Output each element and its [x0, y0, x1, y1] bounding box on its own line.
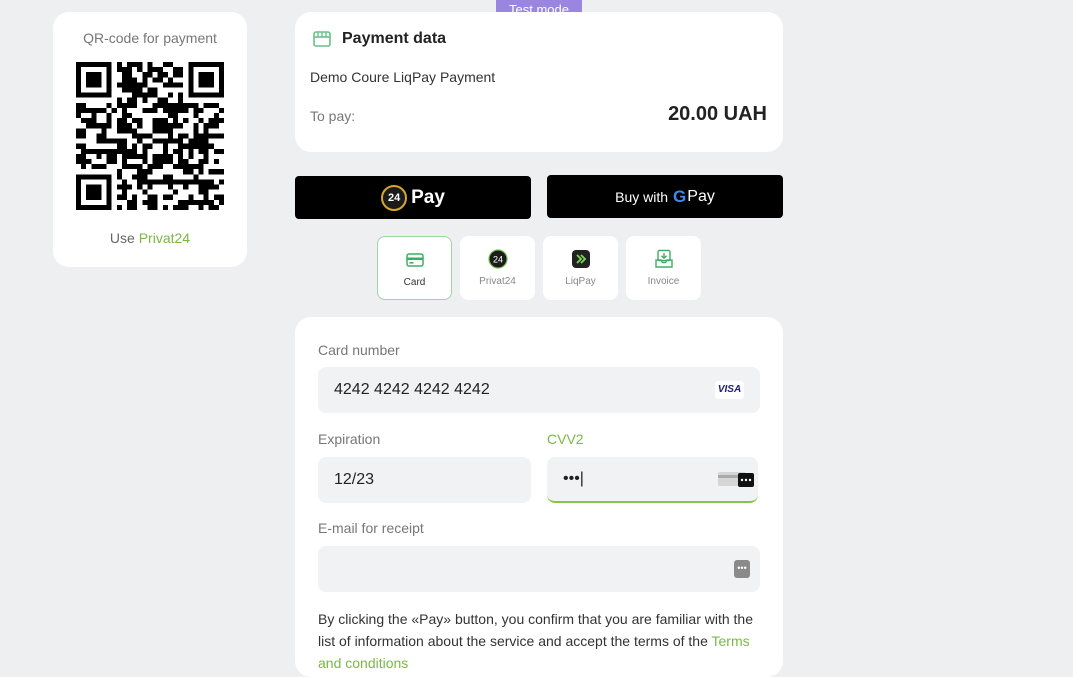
method-tab-privat24[interactable]: 24 Privat24: [460, 236, 535, 300]
invoice-icon: [654, 249, 673, 268]
privat24-pay-button[interactable]: 24 Pay: [295, 176, 531, 219]
cvv-label: CVV2: [547, 431, 584, 447]
terms-body: By clicking the «Pay» button, you confir…: [318, 611, 753, 649]
method-tab-liqpay[interactable]: LiqPay: [543, 236, 618, 300]
autofill-icon[interactable]: •••: [734, 560, 750, 578]
qr-use-text: Use Privat24: [53, 230, 247, 246]
privat24-icon: 24: [487, 249, 508, 269]
qr-use-prefix: Use: [109, 230, 135, 246]
privat24-link[interactable]: Privat24: [139, 230, 190, 246]
card-form: Card number 4242 4242 4242 4242 VISA Exp…: [295, 317, 783, 677]
payment-description: Demo Coure LiqPay Payment: [310, 69, 496, 85]
liqpay-icon: [571, 250, 590, 268]
terms-text: By clicking the «Pay» button, you confir…: [318, 608, 763, 674]
google-pay-prefix: Buy with: [615, 188, 669, 205]
email-label: E-mail for receipt: [318, 520, 424, 536]
expiration-input[interactable]: 12/23: [318, 457, 531, 503]
email-input[interactable]: •••: [318, 546, 760, 592]
card-icon: [405, 253, 424, 267]
visa-icon: VISA: [715, 381, 744, 399]
card-number-value: 4242 4242 4242 4242: [334, 381, 490, 398]
qr-code-image[interactable]: [76, 62, 224, 210]
qr-title: QR-code for payment: [83, 30, 217, 46]
method-tab-invoice[interactable]: Invoice: [626, 236, 701, 300]
method-label-invoice: Invoice: [647, 276, 680, 287]
card-number-label: Card number: [318, 342, 400, 358]
google-g-icon: G: [673, 186, 687, 206]
payment-data-card: Payment data Demo Coure LiqPay Payment T…: [295, 12, 783, 152]
privat24-icon-text: 24: [492, 255, 502, 265]
privat24-pay-label: Pay: [411, 186, 445, 208]
method-label-privat24: Privat24: [479, 276, 516, 287]
expiration-value: 12/23: [334, 471, 375, 488]
qr-card: QR-code for payment Use Privat24: [53, 12, 247, 267]
payment-data-title: Payment data: [342, 30, 447, 47]
method-label-liqpay: LiqPay: [565, 276, 596, 287]
card-number-input[interactable]: 4242 4242 4242 4242 VISA: [318, 367, 760, 413]
to-pay-label: To pay:: [310, 108, 356, 124]
cvv-input[interactable]: •••|: [547, 457, 758, 503]
store-icon: [313, 31, 331, 47]
payment-data-header: Payment data: [312, 29, 446, 49]
google-pay-logo: G Pay: [673, 187, 715, 207]
privat24-icon: 24: [381, 184, 408, 211]
cvv-card-icon: [718, 472, 754, 487]
payment-amount: 20.00 UAH: [668, 103, 767, 125]
method-tab-card[interactable]: Card: [377, 236, 452, 300]
google-pay-label: Pay: [687, 187, 715, 205]
expiration-label: Expiration: [318, 431, 381, 447]
method-label-card: Card: [403, 277, 426, 288]
google-pay-button[interactable]: Buy with G Pay: [547, 175, 783, 218]
cvv-value: •••|: [563, 470, 584, 487]
